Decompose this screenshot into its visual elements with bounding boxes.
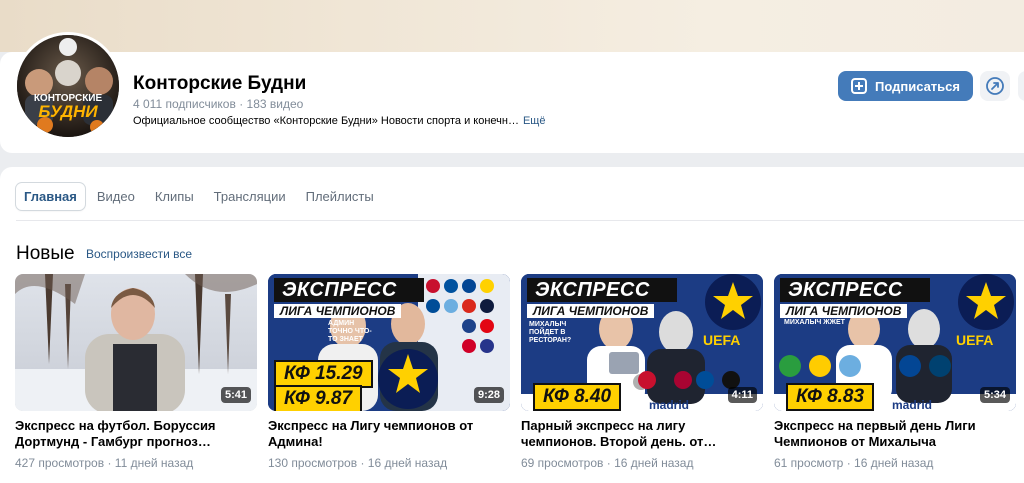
avatar-image: КОНТОРСКИЕ БУДНИ bbox=[17, 35, 119, 137]
video-thumbnail[interactable]: ЭКСПРЕСС ЛИГА ЧЕМПИОНОВ МИХАЛЫЧ ПОЙДЕТ В… bbox=[521, 274, 763, 411]
tab-playlists[interactable]: Плейлисты bbox=[298, 183, 382, 210]
video-thumbnail[interactable]: ЭКСПРЕСС ЛИГА ЧЕМПИОНОВ АДМИН ТОЧНО ЧТО-… bbox=[268, 274, 510, 411]
video-title[interactable]: Экспресс на футбол. Боруссия Дортмунд - … bbox=[15, 418, 257, 450]
thumb-kf-1: КФ 8.83 bbox=[786, 383, 875, 411]
video-duration: 9:28 bbox=[473, 387, 504, 403]
video-views: 69 просмотров bbox=[521, 456, 604, 470]
meta-separator: · bbox=[846, 456, 851, 470]
channel-stats: 4 011 подписчиков · 183 видео bbox=[133, 97, 303, 111]
video-card[interactable]: 5:41 Экспресс на футбол. Боруссия Дортму… bbox=[15, 274, 257, 470]
video-thumbnail[interactable]: ЭКСПРЕСС ЛИГА ЧЕМПИОНОВ МИХАЛЫЧ ЖЖЕТ UEF… bbox=[774, 274, 1016, 411]
description-more-link[interactable]: Ещё bbox=[523, 115, 546, 127]
video-title[interactable]: Экспресс на Лигу чемпионов от Админа! bbox=[268, 418, 510, 450]
thumb-headline: ЭКСПРЕСС bbox=[780, 278, 930, 302]
video-title[interactable]: Экспресс на первый день Лиги Чемпионов о… bbox=[774, 418, 1016, 450]
thumb-caption: МИХАЛЫЧ ЖЖЕТ bbox=[784, 319, 845, 326]
share-button[interactable] bbox=[980, 71, 1010, 101]
share-icon bbox=[986, 77, 1004, 95]
thumb-caption: МИХАЛЫЧ ПОЙДЕТ В РЕСТОРАН? bbox=[529, 321, 572, 344]
video-meta: 61 просмотр · 16 дней назад bbox=[774, 456, 1016, 470]
section-title: Новые bbox=[16, 243, 75, 264]
subscribe-label: Подписаться bbox=[874, 78, 960, 94]
video-views: 61 просмотр bbox=[774, 456, 844, 470]
tab-clips[interactable]: Клипы bbox=[147, 183, 202, 210]
video-age: 16 дней назад bbox=[854, 456, 934, 470]
channel-name: Конторские Будни bbox=[133, 73, 307, 94]
tabs-divider bbox=[16, 220, 1024, 221]
stats-separator: · bbox=[239, 97, 244, 111]
thumb-subline: ЛИГА ЧЕМПИОНОВ bbox=[527, 304, 655, 318]
video-card[interactable]: ЭКСПРЕСС ЛИГА ЧЕМПИОНОВ АДМИН ТОЧНО ЧТО-… bbox=[268, 274, 510, 470]
meta-separator: · bbox=[606, 456, 611, 470]
video-thumbnail[interactable]: 5:41 bbox=[15, 274, 257, 411]
thumb-caption: АДМИН ТОЧНО ЧТО-ТО ЗНАЕТ bbox=[328, 320, 372, 343]
video-views: 427 просмотров bbox=[15, 456, 105, 470]
video-meta: 69 просмотров · 16 дней назад bbox=[521, 456, 763, 470]
channel-avatar[interactable]: КОНТОРСКИЕ БУДНИ bbox=[14, 32, 122, 140]
thumb-kf-1: КФ 8.40 bbox=[533, 383, 622, 411]
video-card[interactable]: ЭКСПРЕСС ЛИГА ЧЕМПИОНОВ МИХАЛЫЧ ПОЙДЕТ В… bbox=[521, 274, 763, 470]
thumb-logo: UEFA bbox=[956, 332, 994, 348]
thumb-kf-2: КФ 9.87 bbox=[274, 385, 363, 411]
subscribers-count[interactable]: 4 011 подписчиков bbox=[133, 97, 236, 111]
channel-description: Официальное сообщество «Конторские Будни… bbox=[133, 115, 545, 127]
thumb-subline: ЛИГА ЧЕМПИОНОВ bbox=[274, 304, 402, 318]
meta-separator: · bbox=[360, 456, 365, 470]
video-meta: 427 просмотров · 11 дней назад bbox=[15, 456, 257, 470]
meta-separator: · bbox=[107, 456, 112, 470]
plus-icon bbox=[850, 78, 867, 94]
video-duration: 5:34 bbox=[979, 387, 1010, 403]
channel-cover bbox=[0, 0, 1024, 52]
description-text: Официальное сообщество «Конторские Будни… bbox=[133, 115, 519, 127]
tab-videos[interactable]: Видео bbox=[89, 183, 143, 210]
video-age: 16 дней назад bbox=[614, 456, 694, 470]
more-actions-button[interactable] bbox=[1018, 71, 1024, 101]
video-title[interactable]: Парный экспресс на лигу чемпионов. Второ… bbox=[521, 418, 763, 450]
thumb-headline: ЭКСПРЕСС bbox=[527, 278, 677, 302]
subscribe-button[interactable]: Подписаться bbox=[838, 71, 973, 101]
video-card[interactable]: ЭКСПРЕСС ЛИГА ЧЕМПИОНОВ МИХАЛЫЧ ЖЖЕТ UEF… bbox=[774, 274, 1016, 470]
play-all-link[interactable]: Воспроизвести все bbox=[86, 247, 192, 261]
tab-streams[interactable]: Трансляции bbox=[206, 183, 294, 210]
channel-tabs: Главная Видео Клипы Трансляции Плейлисты bbox=[16, 183, 382, 210]
thumb-bottom-text: madrid bbox=[649, 398, 690, 411]
thumb-kf-1: КФ 15.29 bbox=[274, 360, 373, 388]
video-age: 16 дней назад bbox=[367, 456, 448, 470]
thumb-subline: ЛИГА ЧЕМПИОНОВ bbox=[780, 304, 908, 318]
videos-count: 183 видео bbox=[246, 97, 304, 111]
thumb-logo: UEFA bbox=[703, 332, 741, 348]
video-duration: 4:11 bbox=[727, 387, 757, 403]
video-age: 11 дней назад bbox=[114, 456, 194, 470]
thumb-bottom-text: madrid bbox=[892, 398, 933, 411]
tab-main[interactable]: Главная bbox=[16, 183, 85, 210]
thumb-headline: ЭКСПРЕСС bbox=[274, 278, 424, 302]
video-meta: 130 просмотров · 16 дней назад bbox=[268, 456, 510, 470]
avatar-text-2: БУДНИ bbox=[38, 102, 98, 121]
video-views: 130 просмотров bbox=[268, 456, 358, 470]
video-duration: 5:41 bbox=[220, 387, 251, 403]
